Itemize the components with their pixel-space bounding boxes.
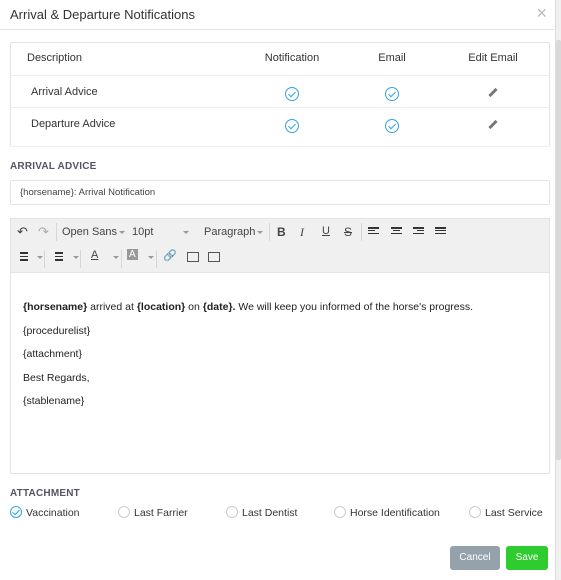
subject-input[interactable]: {horsename}: Arrival Notification xyxy=(10,180,550,205)
undo-icon[interactable]: ↶ xyxy=(17,224,28,240)
attachment-option-last-dentist[interactable]: Last Dentist xyxy=(226,506,297,519)
attachment-heading: ATTACHMENT xyxy=(10,488,80,499)
attachment-option-last-farrier[interactable]: Last Farrier xyxy=(118,506,188,519)
column-header-email: Email xyxy=(378,52,406,64)
attachment-options: Vaccination Last Farrier Last Dentist Ho… xyxy=(10,506,555,523)
align-left-icon[interactable] xyxy=(368,227,379,236)
radio-icon xyxy=(226,506,238,519)
email-check-icon[interactable] xyxy=(385,119,399,133)
image-icon[interactable] xyxy=(187,252,199,262)
align-right-icon[interactable] xyxy=(413,227,424,236)
editor-line: {procedurelist} xyxy=(23,324,91,337)
media-icon[interactable] xyxy=(208,252,220,262)
row-description: Departure Advice xyxy=(31,118,116,130)
toolbar-divider xyxy=(56,223,57,241)
toolbar-divider xyxy=(269,223,270,241)
notifications-table: Description Notification Email Edit Emai… xyxy=(10,42,550,147)
edit-pencil-icon[interactable] xyxy=(488,119,498,130)
bold-icon[interactable]: B xyxy=(277,225,286,239)
save-button[interactable]: Save xyxy=(506,546,548,570)
chevron-down-icon[interactable] xyxy=(148,256,154,259)
align-center-icon[interactable] xyxy=(391,227,402,236)
table-row: Departure Advice xyxy=(11,107,549,147)
scrollbar-thumb[interactable] xyxy=(556,40,561,460)
align-justify-icon[interactable] xyxy=(435,227,446,236)
chevron-down-icon[interactable] xyxy=(113,256,119,259)
notification-check-icon[interactable] xyxy=(285,119,299,133)
bullet-list-icon[interactable] xyxy=(16,252,28,262)
block-format-value: Paragraph xyxy=(204,226,256,238)
attachment-option-vaccination[interactable]: Vaccination xyxy=(10,506,80,519)
scrollbar[interactable] xyxy=(556,0,561,580)
chevron-down-icon xyxy=(257,230,264,234)
column-header-notification: Notification xyxy=(264,52,320,64)
attachment-option-horse-identification[interactable]: Horse Identification xyxy=(334,506,440,519)
table-header-row: Description Notification Email Edit Emai… xyxy=(11,43,549,75)
text-color-icon[interactable]: A xyxy=(91,249,98,261)
close-icon[interactable]: × xyxy=(536,2,547,24)
toolbar-divider xyxy=(121,250,122,268)
chevron-down-icon[interactable] xyxy=(37,256,43,259)
redo-icon[interactable]: ↷ xyxy=(38,224,49,240)
numbered-list-icon[interactable] xyxy=(51,252,63,262)
notification-check-icon[interactable] xyxy=(285,87,299,101)
column-header-description: Description xyxy=(27,52,83,64)
edit-pencil-icon[interactable] xyxy=(488,87,498,98)
table-row: Arrival Advice xyxy=(11,75,549,107)
rich-text-editor: ↶ ↷ Open Sans 10pt Paragraph B I U S A A… xyxy=(10,218,550,474)
email-check-icon[interactable] xyxy=(385,87,399,101)
attachment-option-last-service[interactable]: Last Service xyxy=(469,506,543,519)
dialog-title: Arrival & Departure Notifications xyxy=(10,7,195,22)
radio-icon xyxy=(469,506,481,519)
editor-line: {attachment} xyxy=(23,348,82,360)
font-size-value: 10pt xyxy=(132,226,154,238)
editor-line: {horsename} arrived at {location} on {da… xyxy=(23,301,474,313)
editor-line: Best Regards, xyxy=(23,371,90,384)
chevron-down-icon[interactable] xyxy=(73,256,79,259)
italic-icon[interactable]: I xyxy=(300,225,304,240)
editor-content[interactable]: {horsename} arrived at {location} on {da… xyxy=(23,296,539,414)
toolbar-divider xyxy=(80,250,81,268)
font-family-value: Open Sans xyxy=(62,226,118,238)
block-format-select[interactable]: Paragraph xyxy=(204,226,264,238)
underline-icon[interactable]: U xyxy=(322,225,330,237)
row-description: Arrival Advice xyxy=(31,86,98,98)
radio-icon xyxy=(334,506,346,519)
font-size-select[interactable]: 10pt xyxy=(132,226,190,238)
chevron-down-icon xyxy=(119,230,126,234)
toolbar-divider xyxy=(44,250,45,268)
strikethrough-icon[interactable]: S xyxy=(344,225,352,239)
chevron-down-icon xyxy=(183,230,190,234)
cancel-button[interactable]: Cancel xyxy=(450,546,500,570)
editor-toolbar: ↶ ↷ Open Sans 10pt Paragraph B I U S A A… xyxy=(11,219,549,273)
toolbar-divider xyxy=(156,250,157,268)
background-color-icon[interactable]: A xyxy=(127,249,138,260)
toolbar-divider xyxy=(361,223,362,241)
font-family-select[interactable]: Open Sans xyxy=(62,226,126,238)
arrival-advice-heading: ARRIVAL ADVICE xyxy=(10,161,97,172)
radio-icon xyxy=(118,506,130,519)
editor-line: {stablename} xyxy=(23,395,85,407)
radio-checked-icon xyxy=(10,506,22,519)
link-icon[interactable]: 🔗 xyxy=(163,249,177,262)
notifications-dialog: Arrival & Departure Notifications × Desc… xyxy=(0,0,556,580)
column-header-edit-email: Edit Email xyxy=(468,52,518,64)
dialog-header: Arrival & Departure Notifications × xyxy=(0,0,555,30)
